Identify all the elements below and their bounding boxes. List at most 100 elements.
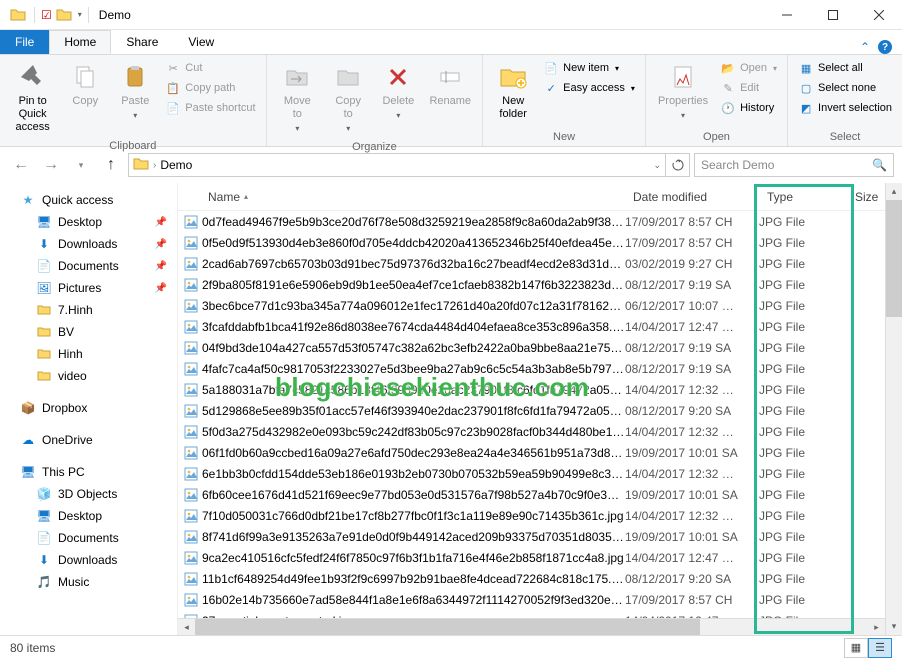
copy-to-button[interactable]: Copy to▾ <box>324 57 372 139</box>
scroll-thumb[interactable] <box>195 619 700 636</box>
nav-up-button[interactable]: ↑ <box>98 152 124 178</box>
scroll-up-button[interactable]: ▴ <box>886 183 902 200</box>
sidebar-item-documents2[interactable]: 📄Documents <box>0 527 177 549</box>
file-row[interactable]: 06f1fd0b60a9ccbed16a09a27e6afd750dec293e… <box>178 442 885 463</box>
file-row[interactable]: 11b1cf6489254d49fee1b93f2f9c6997b92b91ba… <box>178 568 885 589</box>
sidebar-item-3dobjects[interactable]: 🧊3D Objects <box>0 483 177 505</box>
sidebar-item-downloads2[interactable]: ⬇Downloads <box>0 549 177 571</box>
scroll-track[interactable] <box>195 619 868 636</box>
breadcrumb-dropdown-icon[interactable]: ⌄ <box>653 160 661 171</box>
vscroll-track[interactable] <box>886 200 902 618</box>
file-row[interactable]: 5f0d3a275d432982e0e093bc59c242df83b05c97… <box>178 421 885 442</box>
move-to-button[interactable]: Move to▾ <box>273 57 322 139</box>
sidebar-item-7hinh[interactable]: 7.Hinh <box>0 299 177 321</box>
view-thumbnails-button[interactable]: ▦ <box>844 638 868 658</box>
file-row[interactable]: 16b02e14b735660e7ad58e844f1a8e1e6f8a6344… <box>178 589 885 610</box>
help-icon[interactable]: ? <box>878 40 892 54</box>
file-row[interactable]: 2cad6ab7697cb65703b03d91bec75d97376d32ba… <box>178 253 885 274</box>
sidebar-item-downloads[interactable]: ⬇Downloads📌 <box>0 233 177 255</box>
file-row[interactable]: 5a188031a7bfa7c5821c586b13f46f393940e2da… <box>178 379 885 400</box>
tab-share[interactable]: Share <box>111 30 173 54</box>
sidebar-item-music[interactable]: 🎵Music <box>0 571 177 593</box>
file-row[interactable]: 27...partial-row-truncated.jpg14/04/2017… <box>178 610 885 618</box>
col-name[interactable]: Name▴ <box>178 190 625 204</box>
sidebar-item-bv[interactable]: BV <box>0 321 177 343</box>
file-row[interactable]: 0f5e0d9f513930d4eb3e860f0d705e4ddcb42020… <box>178 232 885 253</box>
select-none-button[interactable]: ▢Select none <box>794 79 896 97</box>
edit-button[interactable]: ✎Edit <box>716 79 781 97</box>
nav-back-button[interactable]: ← <box>8 152 34 178</box>
col-type[interactable]: Type <box>759 190 847 204</box>
cut-button[interactable]: ✂Cut <box>161 59 259 77</box>
file-row[interactable]: 8f741d6f99a3e9135263a7e91de0d0f9b449142a… <box>178 526 885 547</box>
open-button[interactable]: 📂Open▾ <box>716 59 781 77</box>
refresh-button[interactable] <box>666 153 690 177</box>
search-icon[interactable]: 🔍 <box>872 158 887 172</box>
tab-view[interactable]: View <box>173 30 229 54</box>
sidebar-dropbox[interactable]: 📦Dropbox <box>0 397 177 419</box>
sidebar-item-desktop2[interactable]: 🖥Desktop <box>0 505 177 527</box>
invert-selection-button[interactable]: ◩Invert selection <box>794 99 896 117</box>
sidebar-item-documents[interactable]: 📄Documents📌 <box>0 255 177 277</box>
ribbon-collapse-icon[interactable]: ⌃ <box>860 40 870 54</box>
new-folder-button[interactable]: New folder <box>489 57 537 125</box>
sidebar-item-pictures[interactable]: 🖼Pictures📌 <box>0 277 177 299</box>
file-row[interactable]: 6e1bb3b0cfdd154dde53eb186e0193b2eb0730b0… <box>178 463 885 484</box>
breadcrumb[interactable]: › Demo ⌄ <box>128 153 666 177</box>
minimize-button[interactable] <box>764 0 810 30</box>
easy-access-button[interactable]: ✓Easy access▾ <box>539 79 639 97</box>
sidebar-thispc[interactable]: 🖥This PC <box>0 461 177 483</box>
rename-button[interactable]: Rename <box>424 57 476 112</box>
breadcrumb-segment[interactable]: Demo <box>160 158 192 172</box>
file-list[interactable]: 0d7fead49467f9e5b9b3ce20d76f78e508d32592… <box>178 211 885 618</box>
scroll-right-button[interactable]: ▸ <box>868 619 885 636</box>
file-row[interactable]: 5d129868e5ee89b35f01acc57ef46f393940e2da… <box>178 400 885 421</box>
delete-button[interactable]: Delete▾ <box>374 57 422 126</box>
history-button[interactable]: 🕐History <box>716 99 781 117</box>
search-box[interactable]: 🔍 <box>694 153 894 177</box>
sidebar-item-desktop[interactable]: 🖥Desktop📌 <box>0 211 177 233</box>
file-row[interactable]: 7f10d050031c766d0dbf21be17cf8b277fbc0f1f… <box>178 505 885 526</box>
scroll-left-button[interactable]: ◂ <box>178 619 195 636</box>
paste-dropdown-icon[interactable]: ▾ <box>133 109 137 122</box>
file-row[interactable]: 9ca2ec410516cfc5fedf24f6f7850c97f6b3f1b1… <box>178 547 885 568</box>
file-row[interactable]: 4fafc7ca4af50c9817053f2233027e5d3bee9ba2… <box>178 358 885 379</box>
sidebar-quick-access[interactable]: ★Quick access <box>0 189 177 211</box>
file-row[interactable]: 0d7fead49467f9e5b9b3ce20d76f78e508d32592… <box>178 211 885 232</box>
maximize-button[interactable] <box>810 0 856 30</box>
file-row[interactable]: 3bec6bce77d1c93ba345a774a096012e1fec1726… <box>178 295 885 316</box>
vscroll-thumb[interactable] <box>886 200 902 317</box>
tab-file[interactable]: File <box>0 30 49 54</box>
horizontal-scrollbar[interactable]: ◂ ▸ <box>178 618 885 635</box>
copy-path-button[interactable]: 📋Copy path <box>161 79 259 97</box>
search-input[interactable] <box>701 158 866 172</box>
sidebar-onedrive[interactable]: ☁OneDrive <box>0 429 177 451</box>
file-row[interactable]: 3fcafddabfb1bca41f92e86d8038ee7674cda448… <box>178 316 885 337</box>
scroll-down-button[interactable]: ▾ <box>886 618 902 635</box>
file-row[interactable]: 2f9ba805f8191e6e5906eb9d9b1ee50ea4ef7ce1… <box>178 274 885 295</box>
file-icon <box>178 572 198 586</box>
navigation-pane[interactable]: ★Quick access 🖥Desktop📌 ⬇Downloads📌 📄Doc… <box>0 183 178 635</box>
col-size[interactable]: Size <box>847 190 885 204</box>
nav-forward-button[interactable]: → <box>38 152 64 178</box>
paste-button[interactable]: Paste ▾ <box>111 57 159 126</box>
select-all-button[interactable]: ▦Select all <box>794 59 896 77</box>
new-item-button[interactable]: 📄New item▾ <box>539 59 639 77</box>
sidebar-item-video[interactable]: video <box>0 365 177 387</box>
breadcrumb-sep-icon[interactable]: › <box>153 160 156 171</box>
copy-button[interactable]: Copy <box>61 57 109 112</box>
qat-checkbox-icon[interactable]: ☑ <box>41 8 52 22</box>
view-details-button[interactable]: ☰ <box>868 638 892 658</box>
vertical-scrollbar[interactable]: ▴ ▾ <box>885 183 902 635</box>
tab-home[interactable]: Home <box>49 30 111 54</box>
qat-dropdown-icon[interactable]: ▾ <box>78 10 82 19</box>
properties-button[interactable]: Properties▾ <box>652 57 714 126</box>
file-row[interactable]: 6fb60cee1676d41d521f69eec9e77bd053e0d531… <box>178 484 885 505</box>
close-button[interactable] <box>856 0 902 30</box>
col-date[interactable]: Date modified <box>625 190 759 204</box>
paste-shortcut-button[interactable]: 📄Paste shortcut <box>161 99 259 117</box>
nav-recent-dropdown[interactable]: ▾ <box>68 152 94 178</box>
sidebar-item-hinh[interactable]: Hinh <box>0 343 177 365</box>
pin-quick-access-button[interactable]: Pin to Quick access <box>6 57 59 138</box>
file-row[interactable]: 04f9bd3de104a427ca557d53f05747c382a62bc3… <box>178 337 885 358</box>
